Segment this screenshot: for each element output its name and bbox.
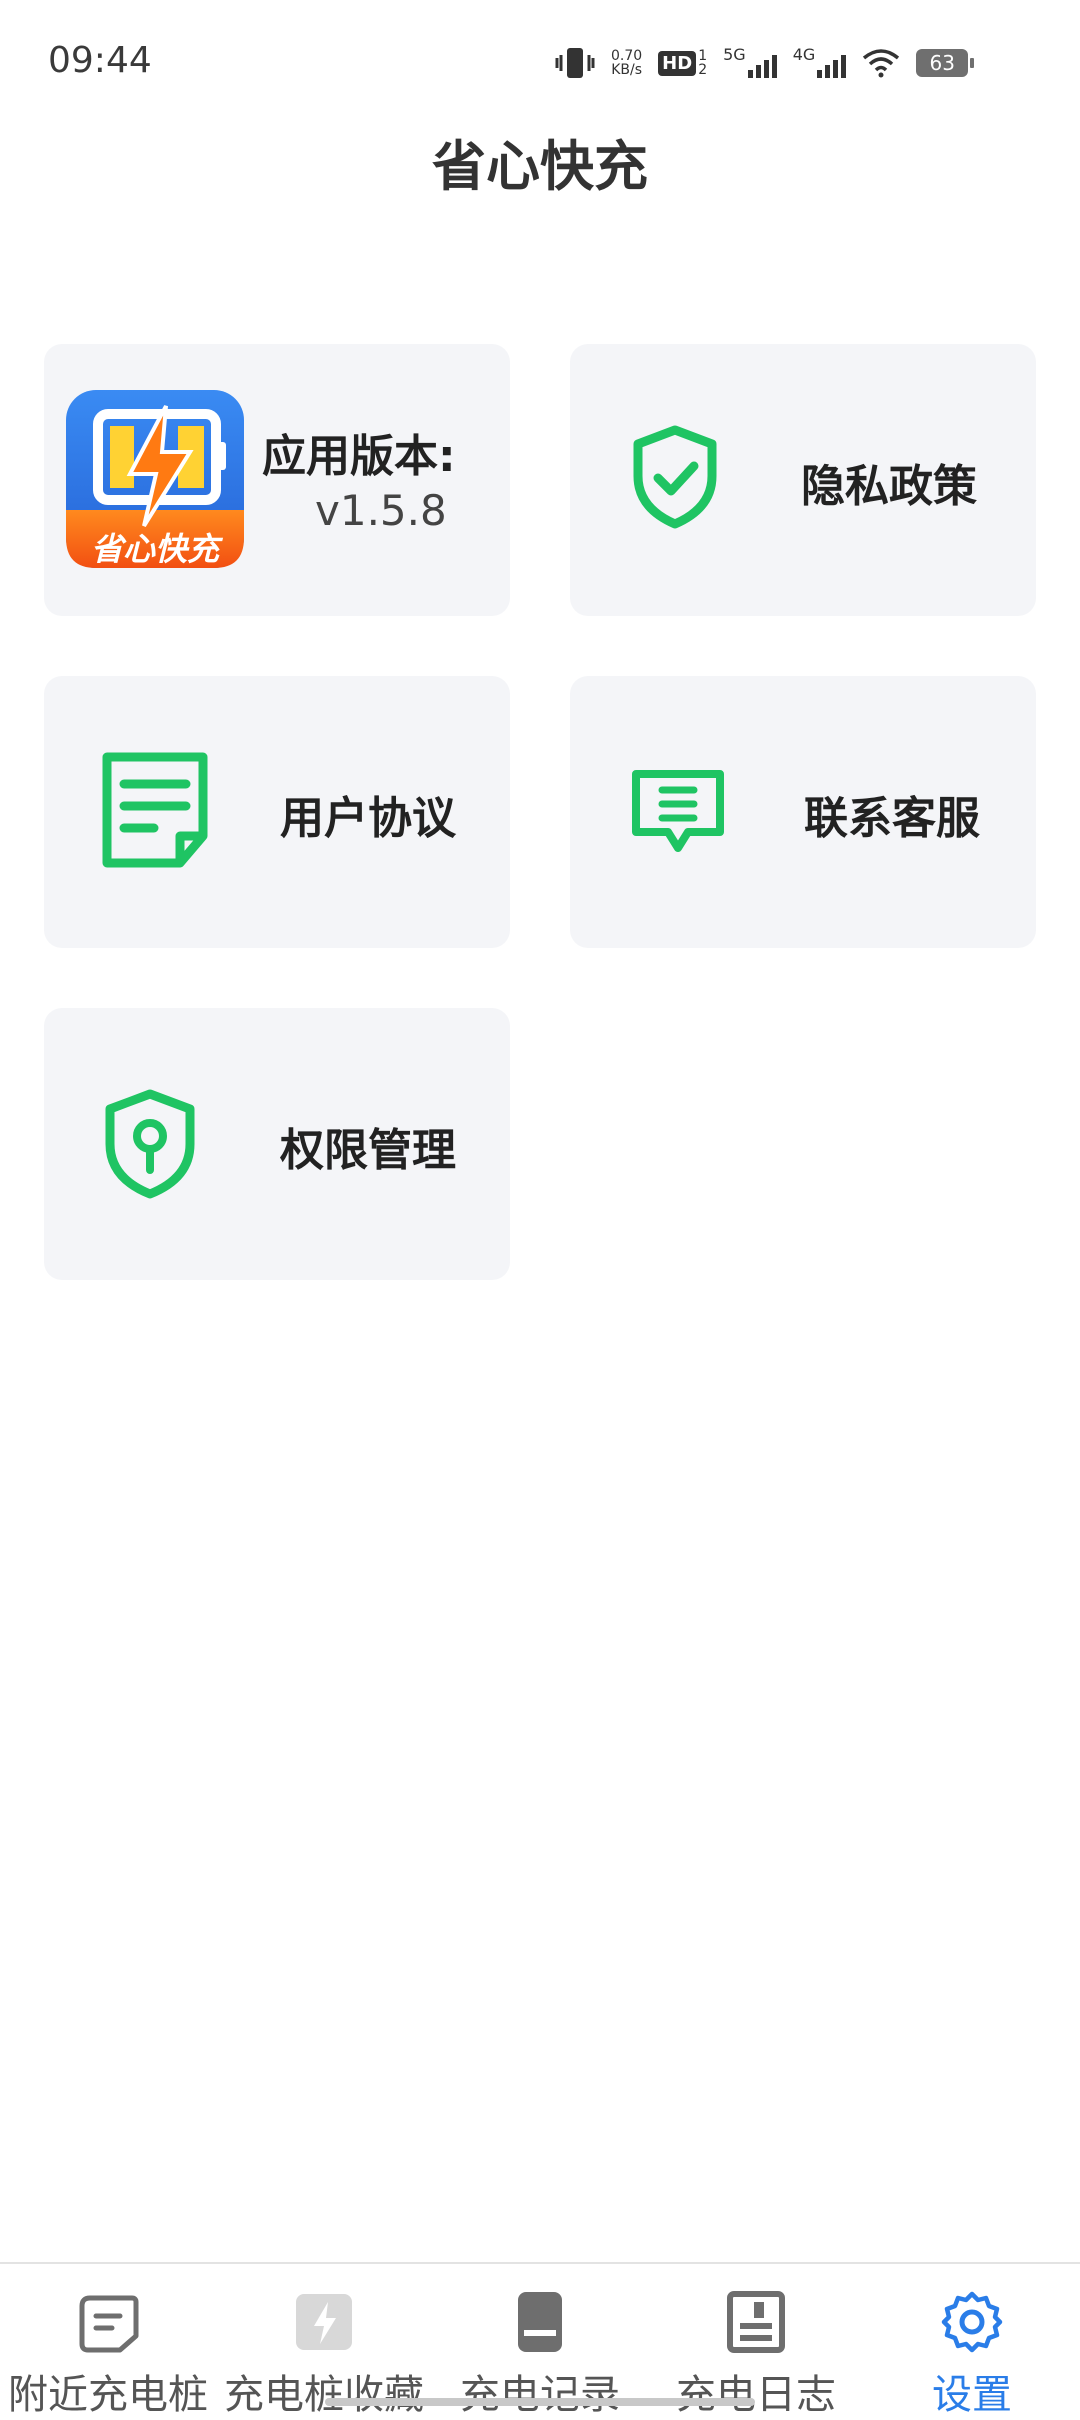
status-icons: 0.70 KB/s HD 1 2 5G 4G 63 xyxy=(555,40,975,86)
nav-nearby-chargers[interactable]: 附近充电桩 xyxy=(0,2290,216,2418)
nav-charging-log[interactable]: 充电日志 xyxy=(648,2290,864,2418)
privacy-policy-label: 隐私政策 xyxy=(801,461,977,512)
document-icon xyxy=(100,750,210,870)
permission-management-card[interactable]: 权限管理 xyxy=(44,1008,510,1280)
signal-5g: 5G xyxy=(723,47,777,78)
privacy-policy-card[interactable]: 隐私政策 xyxy=(570,344,1036,616)
user-agreement-label: 用户协议 xyxy=(280,793,456,844)
vibrate-icon xyxy=(555,48,595,78)
shield-check-icon xyxy=(630,424,720,530)
wifi-icon xyxy=(863,49,900,78)
home-indicator[interactable] xyxy=(325,2398,755,2406)
hd-volte-indicator: HD 1 2 xyxy=(658,49,707,77)
signal-4g: 4G xyxy=(793,47,847,78)
document-icon xyxy=(79,2295,139,2353)
shield-lock-icon xyxy=(102,1088,198,1200)
status-bar: 09:44 0.70 KB/s HD 1 2 5G 4G 63 xyxy=(0,0,1080,120)
log-icon xyxy=(727,2291,785,2353)
version-value: v1.5.8 xyxy=(315,486,447,535)
phone-record-icon xyxy=(518,2292,562,2352)
user-agreement-card[interactable]: 用户协议 xyxy=(44,676,510,948)
status-time: 09:44 xyxy=(48,40,152,81)
battery-indicator: 63 xyxy=(916,49,975,77)
lightning-card-icon xyxy=(296,2294,352,2350)
version-label: 应用版本: xyxy=(262,431,456,482)
contact-support-label: 联系客服 xyxy=(804,793,980,844)
nav-favorite-chargers[interactable]: 充电桩收藏 xyxy=(216,2290,432,2418)
nav-charging-records[interactable]: 充电记录 xyxy=(432,2290,648,2418)
network-speed: 0.70 KB/s xyxy=(611,48,643,78)
bottom-navigation: 附近充电桩 充电桩收藏 充电记录 充电日志 设置 xyxy=(0,2262,1080,2418)
chat-message-icon xyxy=(630,768,726,856)
signal-bars-icon xyxy=(817,48,847,78)
gear-icon xyxy=(941,2291,1003,2353)
contact-support-card[interactable]: 联系客服 xyxy=(570,676,1036,948)
app-logo: 省心快充 xyxy=(66,390,244,568)
signal-bars-icon xyxy=(747,48,777,78)
page-title: 省心快充 xyxy=(432,135,648,198)
nav-settings[interactable]: 设置 xyxy=(864,2290,1080,2418)
logo-text: 省心快充 xyxy=(90,530,219,568)
app-version-card[interactable]: 省心快充 应用版本: v1.5.8 xyxy=(44,344,510,616)
permission-management-label: 权限管理 xyxy=(280,1125,456,1176)
